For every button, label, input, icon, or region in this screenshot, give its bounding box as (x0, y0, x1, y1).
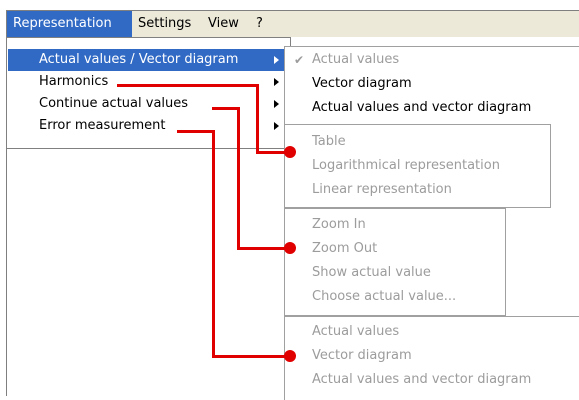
chevron-right-icon (274, 78, 279, 86)
callout-line-harmonics-vertical (256, 84, 259, 153)
submenu-continue-actual-values: Zoom In Zoom Out Show actual value Choos… (284, 208, 506, 316)
submenu-item-label: Actual values (312, 52, 400, 67)
check-icon: ✔ (294, 53, 305, 67)
submenu-item-label: Vector diagram (312, 348, 412, 363)
submenu-actual-values: ✔ Actual values Vector diagram Actual va… (284, 46, 579, 124)
chevron-right-icon (274, 100, 279, 108)
submenu-error-measurement: Actual values Vector diagram Actual valu… (284, 316, 579, 400)
menu-item-label: Harmonics (39, 74, 109, 89)
menu-representation[interactable]: Representation (7, 11, 132, 37)
submenu-item-show-actual-value[interactable]: Show actual value (285, 261, 505, 285)
menu-view[interactable]: View (202, 11, 250, 37)
callout-line-harmonics (117, 84, 258, 87)
submenu-item-linear[interactable]: Linear representation (285, 178, 550, 202)
submenu-item-vector-diagram[interactable]: Vector diagram (285, 344, 579, 368)
submenu-item-table[interactable]: Table (285, 130, 550, 154)
submenu-harmonics: Table Logarithmical representation Linea… (284, 124, 551, 208)
submenu-item-logarithmical[interactable]: Logarithmical representation (285, 154, 550, 178)
menu-item-label: Continue actual values (39, 96, 189, 111)
submenu-item-actual-and-vector[interactable]: Actual values and vector diagram (285, 96, 579, 120)
submenu-item-zoom-in[interactable]: Zoom In (285, 213, 505, 237)
callout-line-continue-end (237, 247, 288, 250)
submenu-item-actual-values[interactable]: Actual values (285, 320, 579, 344)
callout-line-continue (212, 107, 239, 110)
menu-item-continue-actual-values[interactable]: Continue actual values (8, 93, 289, 115)
submenu-item-actual-and-vector[interactable]: Actual values and vector diagram (285, 368, 579, 392)
menu-item-label: Error measurement (39, 118, 166, 133)
menu-item-label: Actual values / Vector diagram (39, 52, 239, 67)
submenu-item-choose-actual-value[interactable]: Choose actual value... (285, 285, 505, 309)
menu-item-harmonics[interactable]: Harmonics (8, 71, 289, 93)
submenu-item-label: Actual values and vector diagram (312, 372, 532, 387)
callout-dot (284, 242, 296, 254)
submenu-item-label: Table (312, 134, 346, 149)
representation-dropdown: Actual values / Vector diagram Harmonics… (6, 37, 291, 149)
chevron-right-icon (274, 56, 279, 64)
callout-line-error-end (212, 355, 288, 358)
callout-line-error-vertical (212, 130, 215, 358)
submenu-item-zoom-out[interactable]: Zoom Out (285, 237, 505, 261)
callout-dot (284, 146, 296, 158)
submenu-item-label: Show actual value (312, 265, 431, 280)
submenu-item-label: Zoom In (312, 217, 366, 232)
menubar: Representation Settings View ? (7, 11, 579, 37)
submenu-item-actual-values[interactable]: ✔ Actual values (285, 48, 579, 72)
menu-settings[interactable]: Settings (132, 11, 202, 37)
callout-line-continue-vertical (237, 107, 240, 250)
submenu-item-label: Linear representation (312, 182, 452, 197)
callout-line-error (177, 130, 214, 133)
menu-help[interactable]: ? (250, 11, 274, 37)
submenu-item-label: Actual values (312, 324, 400, 339)
submenu-item-label: Choose actual value... (312, 289, 457, 304)
callout-dot (284, 350, 296, 362)
submenu-item-label: Actual values and vector diagram (312, 100, 532, 115)
submenu-item-label: Logarithmical representation (312, 158, 500, 173)
menu-item-error-measurement[interactable]: Error measurement (8, 115, 289, 137)
submenu-item-label: Vector diagram (312, 76, 412, 91)
menu-item-actual-values-vector-diagram[interactable]: Actual values / Vector diagram (8, 49, 289, 71)
submenu-item-label: Zoom Out (312, 241, 378, 256)
chevron-right-icon (274, 122, 279, 130)
submenu-item-vector-diagram[interactable]: Vector diagram (285, 72, 579, 96)
